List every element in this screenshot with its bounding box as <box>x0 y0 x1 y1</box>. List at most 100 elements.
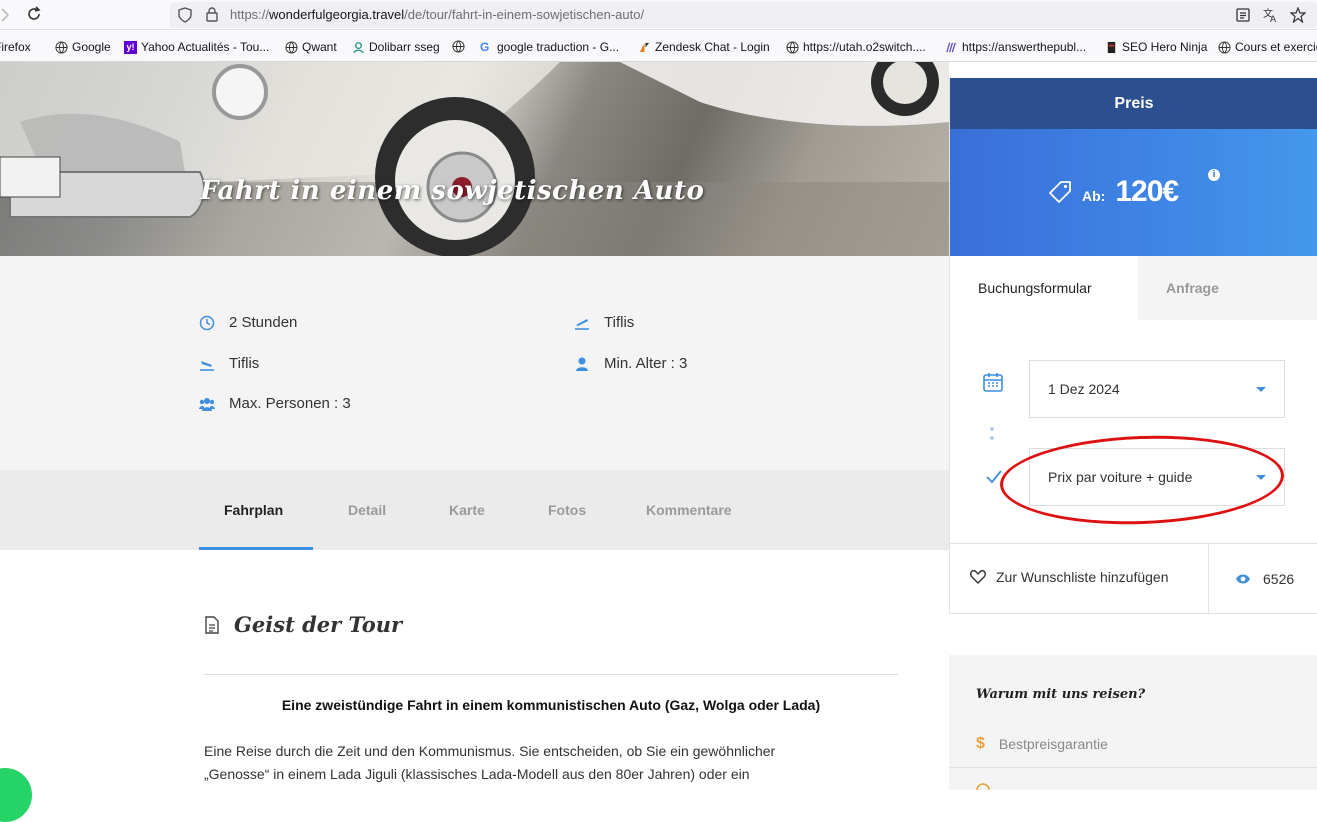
bookmark-label: https://utah.o2switch.... <box>803 40 926 54</box>
zendesk-icon <box>639 42 650 52</box>
bookmark-firefox[interactable]: Firefox <box>0 40 31 54</box>
price-tag-icon <box>1049 181 1071 203</box>
views-count: 6526 <box>1263 571 1295 587</box>
bookmark-dolibarr[interactable]: Dolibarr sseg <box>352 40 440 54</box>
info-max-people: Max. Personen : 3 <box>199 395 351 412</box>
lock-icon[interactable] <box>206 7 218 22</box>
hero-car-photo <box>0 62 949 256</box>
google-icon: G <box>480 39 490 54</box>
reload-icon[interactable] <box>26 6 42 22</box>
globe-icon <box>1218 40 1231 54</box>
whatsapp-button[interactable] <box>0 768 32 822</box>
description-paragraph: Eine Reise durch die Zeit und den Kommun… <box>204 740 864 786</box>
user-icon <box>576 357 588 371</box>
bookmark-qwant[interactable]: Qwant <box>285 40 337 54</box>
booking-tabs: Buchungsformular Anfrage <box>950 256 1317 320</box>
info-arrival: Tiflis <box>199 355 259 372</box>
tab-detail[interactable]: Detail <box>348 502 386 518</box>
globe-icon <box>786 40 799 54</box>
wishlist-label: Zur Wunschliste hinzufügen <box>996 569 1169 585</box>
tab-kommentare[interactable]: Kommentare <box>646 502 732 518</box>
info-duration: 2 Stunden <box>199 314 297 331</box>
tour-tabs: Fahrplan Detail Karte Fotos Kommentare <box>0 470 949 550</box>
price-header: Preis <box>950 78 1317 129</box>
eye-icon <box>1236 574 1250 584</box>
url-host: wonderfulgeorgia.travel <box>269 7 405 22</box>
dolibarr-icon <box>353 41 364 53</box>
forward-icon[interactable] <box>0 8 10 22</box>
tour-info-panel: 2 Stunden Tiflis Tiflis Min. Alter : 3 M… <box>0 256 949 470</box>
content-divider <box>204 674 898 675</box>
bookmark-zendesk[interactable]: Zendesk Chat - Login <box>638 40 770 54</box>
booking-sidebar: Preis Ab: 120€ i Buchungsformular Anfrag… <box>949 78 1317 614</box>
reader-view-icon[interactable] <box>1236 8 1250 22</box>
ninja-icon <box>1107 41 1116 53</box>
bookmark-google-translate[interactable]: Ggoogle traduction - G... <box>480 40 619 54</box>
browser-url-bar: https://wonderfulgeorgia.travel/de/tour/… <box>0 0 1317 30</box>
next-item-icon <box>976 783 990 790</box>
departure-text: Tiflis <box>604 314 635 331</box>
price-info-icon[interactable]: i <box>1208 169 1220 181</box>
document-icon <box>205 615 219 634</box>
date-value: 1 Dez 2024 <box>1048 381 1120 397</box>
svg-text:A: A <box>1270 15 1277 23</box>
url-prefix: https:// <box>230 7 270 22</box>
why-item-best-price: $ Bestpreisgarantie <box>976 735 1108 753</box>
bookmark-label: Yahoo Actualités - Tou... <box>141 40 270 54</box>
price-display: Ab: 120€ <box>1048 175 1179 209</box>
url-field[interactable]: https://wonderfulgeorgia.travel/de/tour/… <box>170 2 1317 28</box>
plane-arrival-icon <box>200 360 214 371</box>
date-select[interactable]: 1 Dez 2024 <box>1029 360 1285 418</box>
shield-icon[interactable] <box>178 7 192 23</box>
section-heading: Geist der Tour <box>204 612 402 637</box>
bookmark-utah[interactable]: https://utah.o2switch.... <box>786 40 926 54</box>
bookmark-label: Cours et exercic <box>1235 40 1317 54</box>
price-prefix: Ab: <box>1082 188 1106 204</box>
url-text: https://wonderfulgeorgia.travel/de/tour/… <box>230 7 644 22</box>
why-us-panel: Warum mit uns reisen? $ Bestpreisgaranti… <box>949 655 1317 790</box>
tab-fotos[interactable]: Fotos <box>548 502 586 518</box>
max-people-text: Max. Personen : 3 <box>229 395 351 412</box>
dollar-icon: $ <box>976 735 985 752</box>
info-departure: Tiflis <box>574 314 634 331</box>
star-icon[interactable] <box>1290 7 1306 23</box>
url-path: /de/tour/fahrt-in-einem-sowjetischen-aut… <box>404 7 645 22</box>
bookmark-seo-hero-ninja[interactable]: SEO Hero Ninja <box>1105 40 1207 54</box>
arrival-text: Tiflis <box>229 355 260 372</box>
bookmark-label: SEO Hero Ninja <box>1122 40 1208 54</box>
bookmark-google[interactable]: Google <box>55 40 111 54</box>
dots-separator-icon <box>990 427 994 440</box>
min-age-text: Min. Alter : 3 <box>604 355 688 372</box>
why-us-title: Warum mit uns reisen? <box>976 687 1146 702</box>
views-counter: 6526 <box>1208 544 1317 614</box>
bookmark-label: Google <box>72 40 111 54</box>
tab-anfrage[interactable]: Anfrage <box>1138 256 1317 320</box>
bookmark-cours[interactable]: Cours et exercic <box>1218 40 1317 54</box>
plane-departure-icon <box>575 318 589 330</box>
tab-karte[interactable]: Karte <box>449 502 485 518</box>
bookmark-label: Firefox <box>0 40 31 54</box>
answerthepublic-icon <box>946 42 956 52</box>
lead-text: Eine zweistündige Fahrt in einem kommuni… <box>281 697 821 713</box>
bookmarks-bar: Firefox Google y! Yahoo Actualités - Tou.… <box>0 31 1317 62</box>
bookmark-answerthepublic[interactable]: https://answerthepubl... <box>945 40 1086 54</box>
clock-icon <box>199 315 215 330</box>
bookmark-globe[interactable] <box>452 40 465 53</box>
yahoo-icon: y! <box>124 40 137 54</box>
tab-buchungsformular[interactable]: Buchungsformular <box>950 256 1138 320</box>
active-tab-indicator <box>199 547 313 550</box>
why-item-label: Bestpreisgarantie <box>998 736 1108 752</box>
price-box: Ab: 120€ i <box>950 129 1317 256</box>
translate-icon[interactable]: 文A <box>1262 7 1278 23</box>
bookmark-yahoo[interactable]: y! Yahoo Actualités - Tou... <box>124 40 269 54</box>
price-value: 120€ <box>1115 175 1179 208</box>
bookmark-label: Dolibarr sseg <box>369 40 440 54</box>
section-title: Geist der Tour <box>234 612 403 637</box>
paragraph-line: „Genosse“ in einem Lada Jiguli (klassisc… <box>204 766 750 782</box>
tab-fahrplan[interactable]: Fahrplan <box>224 502 283 518</box>
bookmark-label: https://answerthepubl... <box>962 40 1087 54</box>
bookmark-label: google traduction - G... <box>497 40 620 54</box>
wishlist-row: Zur Wunschliste hinzufügen 6526 <box>950 543 1317 614</box>
wishlist-button[interactable]: Zur Wunschliste hinzufügen <box>970 569 1169 585</box>
hero-banner: Fahrt in einem sowjetischen Auto <box>0 62 949 256</box>
